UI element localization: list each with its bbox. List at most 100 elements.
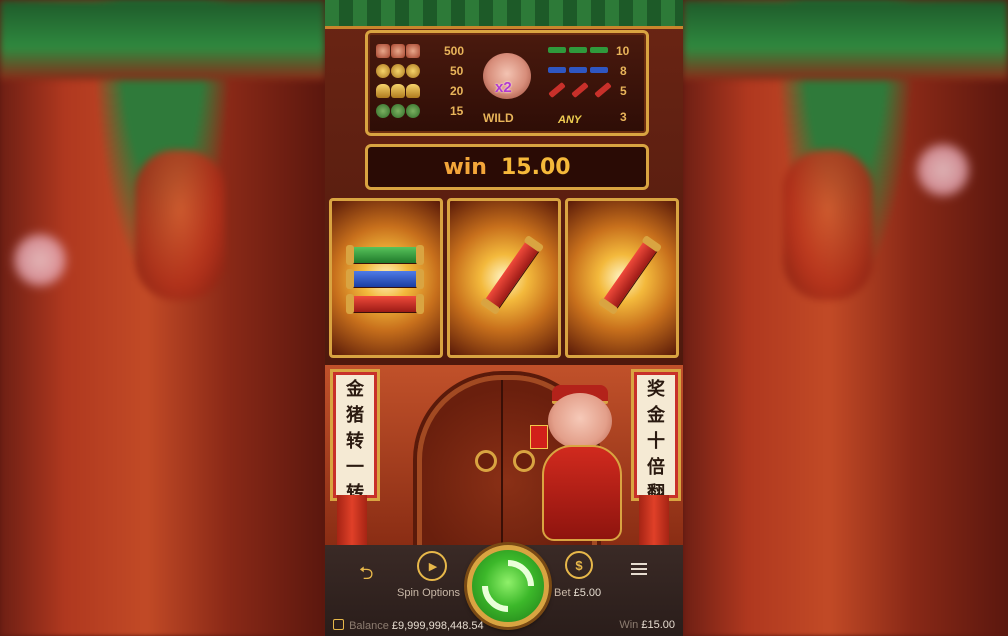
blue-firecracker-icon (590, 67, 608, 73)
back-icon[interactable]: ⮌ (359, 561, 373, 591)
red-firecracker-icon (482, 237, 542, 313)
background-lantern (783, 150, 873, 300)
scroll-char: 一 (346, 457, 364, 478)
menu-icon-line (631, 568, 647, 570)
firecracker-row (548, 81, 613, 99)
background-left (0, 0, 325, 636)
ingot-icon (391, 84, 405, 98)
red-firecracker-icon (600, 237, 660, 313)
wild-multiplier: x2 (495, 79, 512, 96)
background-blossom (10, 230, 70, 290)
pig-icon (391, 44, 405, 58)
coin-icon (391, 64, 405, 78)
red-firecracker-icon (571, 81, 589, 99)
pig-icon (376, 44, 390, 58)
payout-value: 5 (620, 84, 627, 98)
firecracker-row (548, 67, 609, 73)
door-split (501, 380, 503, 545)
game-screen: 500 50 20 15 x2 WILD 10 8 5 ANY 3 win 15… (325, 0, 683, 636)
pig-head (548, 393, 612, 449)
scroll-char: 奖 (647, 379, 665, 400)
control-bar: ⮌ ▶ Spin Options $ Bet £5.00 Balance £9,… (325, 545, 683, 636)
red-firecracker-icon (346, 294, 424, 314)
reel-1 (329, 198, 443, 358)
green-firecracker-icon (569, 47, 587, 53)
reel-2 (447, 198, 561, 358)
blue-firecracker-icon (346, 269, 424, 289)
payout-value: 50 (450, 64, 464, 78)
pig-body (542, 445, 622, 541)
wallet-icon (333, 619, 344, 630)
win-label: win (443, 154, 487, 180)
pillar (337, 495, 367, 545)
pouch-icon (391, 104, 405, 118)
menu-button[interactable] (631, 563, 647, 575)
pig-icon (406, 44, 420, 58)
win-footer-display: Win £15.00 (619, 619, 675, 631)
reel-3 (565, 198, 679, 358)
background-blossom (913, 140, 973, 200)
payout-value: 8 (620, 64, 627, 78)
bet-label: Bet (554, 587, 571, 599)
coin-dollar-icon: $ (575, 557, 583, 573)
play-icon: ▶ (428, 560, 438, 573)
balance-value: £9,999,998,448.54 (391, 620, 484, 632)
pillar (639, 495, 669, 545)
background-lantern (135, 150, 225, 300)
right-scroll: 奖 金 十 倍 翻 (631, 369, 681, 504)
payout-value: 3 (620, 110, 627, 124)
wild-label: WILD (483, 111, 514, 125)
balance-label: Balance (349, 620, 389, 632)
green-firecracker-icon (590, 47, 608, 53)
win-footer-value: £15.00 (641, 619, 675, 631)
paytable: 500 50 20 15 x2 WILD 10 8 5 ANY 3 (365, 30, 649, 136)
pouch-icon (376, 104, 390, 118)
scroll-char: 十 (647, 431, 665, 452)
balance-display: Balance £9,999,998,448.54 (333, 619, 484, 632)
blue-firecracker-icon (548, 67, 566, 73)
firecracker-row (548, 47, 609, 53)
any-label: ANY (558, 114, 582, 126)
blue-firecracker-icon (569, 67, 587, 73)
bet-value: £5.00 (573, 587, 602, 599)
scroll-char: 金 (346, 379, 364, 400)
coin-icon (376, 64, 390, 78)
door-knocker-icon (475, 450, 497, 472)
reels (329, 198, 679, 358)
bet-button[interactable]: $ (565, 551, 593, 579)
menu-icon-line (631, 573, 647, 575)
paytable-row (376, 61, 421, 81)
scroll-char: 倍 (647, 457, 665, 478)
background-roof (0, 0, 325, 80)
pouch-icon (406, 104, 420, 118)
spin-options-label: Spin Options (397, 587, 460, 599)
ingot-icon (376, 84, 390, 98)
scroll-char: 猪 (346, 405, 364, 426)
paytable-row (376, 81, 421, 101)
spin-options-button[interactable]: ▶ (417, 551, 447, 581)
paytable-row (376, 41, 421, 61)
coin-icon (406, 64, 420, 78)
pig-mascot (530, 385, 630, 545)
red-firecracker-icon (548, 81, 566, 99)
left-scroll: 金 猪 转 一 转 (330, 369, 380, 504)
background-roof (683, 0, 1008, 80)
temple-roof (325, 0, 683, 29)
spin-button[interactable] (467, 545, 549, 627)
red-envelope-icon (530, 425, 548, 449)
paytable-row (376, 101, 421, 121)
scroll-char: 金 (647, 405, 665, 426)
win-footer-label: Win (619, 619, 639, 631)
bet-display: Bet £5.00 (554, 587, 601, 599)
green-firecracker-icon (548, 47, 566, 53)
payout-value: 10 (616, 44, 630, 58)
win-amount: 15.00 (500, 154, 571, 180)
menu-icon (631, 563, 647, 565)
payout-value: 500 (444, 44, 465, 58)
green-firecracker-icon (346, 245, 424, 265)
ingot-icon (406, 84, 420, 98)
background-right (683, 0, 1008, 636)
payout-value: 20 (450, 84, 464, 98)
win-display: win 15.00 (365, 144, 649, 190)
scroll-char: 转 (346, 431, 364, 452)
